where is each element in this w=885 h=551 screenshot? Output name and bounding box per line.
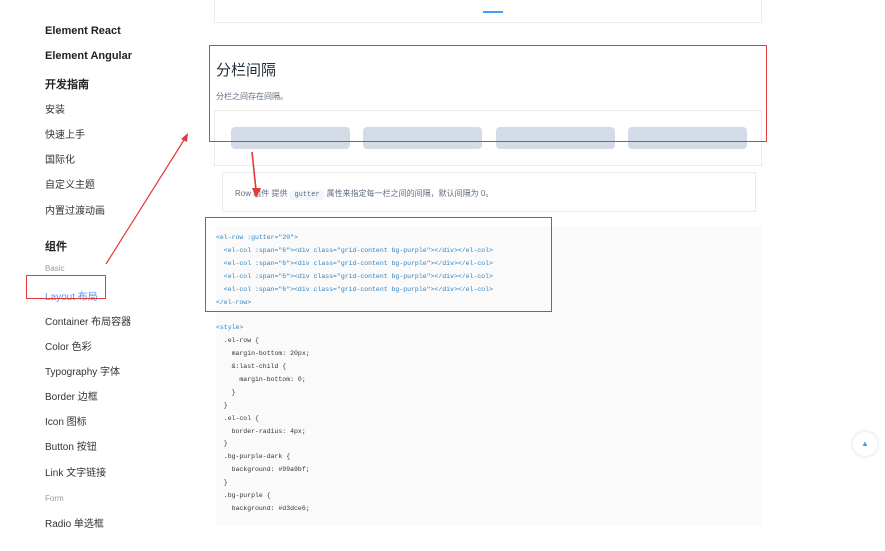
code-line: } — [216, 479, 228, 487]
sidebar-item[interactable]: Typography 字体 — [45, 363, 120, 378]
code-line: .el-col { — [216, 414, 259, 422]
code-line: margin-bottom: 0; — [216, 375, 306, 383]
code-line: .bg-purple-dark { — [216, 453, 291, 461]
sidebar-item[interactable]: 安装 — [45, 101, 65, 116]
sidebar-heading: 组件 — [45, 241, 67, 253]
code-line: .bg-purple { — [216, 492, 271, 499]
sidebar-group-label: Form — [45, 494, 64, 503]
sidebar-item[interactable]: Color 色彩 — [45, 338, 92, 353]
sidebar-item[interactable]: 国际化 — [45, 151, 75, 166]
code-line: } — [216, 388, 236, 396]
sidebar-heading: 开发指南 — [45, 79, 89, 91]
code-line: &:last-child { — [216, 363, 287, 370]
annotation-box-active-item — [26, 275, 106, 299]
gutter-code-chip: gutter — [290, 190, 324, 200]
sidebar-item[interactable]: 自定义主题 — [45, 176, 95, 191]
code-line: } — [216, 401, 228, 409]
code-line: border-radius: 4px; — [216, 427, 306, 435]
gutter-description: Row 组件 提供 gutter 属性来指定每一栏之间的间隔，默认间隔为 0。 — [235, 188, 493, 200]
description-suffix: 属性来指定每一栏之间的间隔，默认间隔为 0。 — [326, 189, 494, 198]
code-line: .el-row { — [216, 337, 259, 345]
tab-indicator — [483, 11, 503, 13]
code-line: background: #d3dce6; — [216, 504, 310, 512]
code-line: margin-bottom: 20px; — [216, 350, 310, 358]
code-line: background: #99a9bf; — [216, 466, 310, 474]
code-line: } — [216, 440, 228, 448]
code-line: <style> — [216, 324, 244, 332]
sidebar-nav: Element React Element Angular 开发指南安装快速上手国际… — [0, 0, 190, 551]
sidebar-item[interactable]: 内置过渡动画 — [45, 202, 105, 217]
sidebar-item[interactable]: Container 布局容器 — [45, 313, 131, 328]
sidebar-group-label: Basic — [45, 264, 65, 273]
description-prefix: Row 组件 提供 — [235, 189, 288, 198]
annotation-box-code — [205, 217, 552, 312]
sidebar-item[interactable]: 快速上手 — [45, 126, 85, 141]
annotation-box-section — [209, 45, 767, 142]
sidebar-item[interactable]: Radio 单选框 — [45, 515, 104, 530]
sidebar-heading: Element Angular — [45, 50, 132, 62]
sidebar-item[interactable]: Icon 图标 — [45, 413, 87, 428]
back-to-top-button[interactable]: ▲ — [853, 432, 877, 456]
sidebar-item[interactable]: Link 文字链接 — [45, 464, 106, 479]
sidebar-heading: Element React — [45, 25, 121, 37]
sidebar-item[interactable]: Border 边框 — [45, 388, 98, 403]
caret-up-icon: ▲ — [861, 439, 869, 448]
sidebar-item[interactable]: Button 按钮 — [45, 438, 97, 453]
